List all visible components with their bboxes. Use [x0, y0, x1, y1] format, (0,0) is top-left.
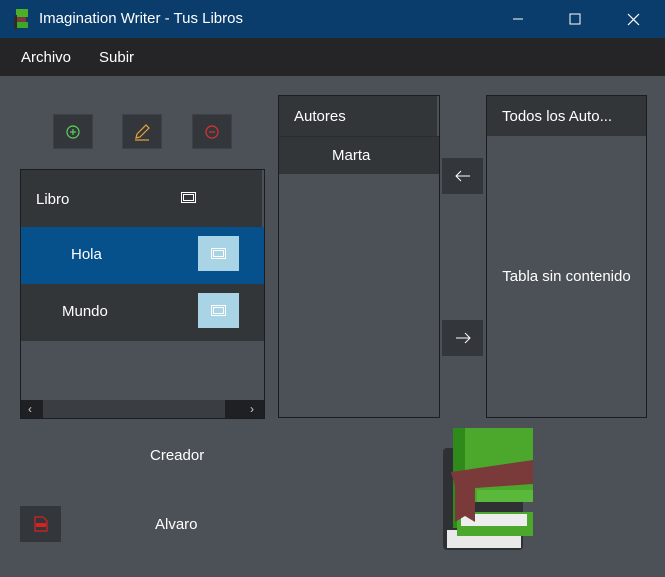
menu-bar: Archivo Subir — [0, 38, 665, 76]
author-row-marta[interactable]: Marta — [279, 136, 439, 174]
authors-header: Autores — [279, 96, 437, 136]
books-logo-icon — [443, 428, 533, 550]
minimize-button[interactable] — [489, 0, 547, 38]
title-bar: Imagination Writer - Tus Libros — [0, 0, 665, 38]
minimize-icon — [513, 18, 523, 20]
scrollbar-track[interactable] — [43, 400, 225, 418]
arrow-left-icon — [454, 170, 470, 182]
author-row-label: Marta — [332, 147, 371, 164]
pencil-icon — [135, 123, 150, 141]
scroll-right-icon[interactable]: › — [250, 402, 254, 416]
book-row-hola[interactable]: Hola — [21, 227, 264, 284]
window-icon — [211, 305, 226, 316]
books-header: Libro — [21, 170, 262, 227]
plus-circle-icon — [66, 124, 80, 139]
all-authors-list: Todos los Auto... Tabla sin contenido — [486, 95, 647, 418]
open-book-button[interactable] — [198, 236, 239, 271]
all-authors-header: Todos los Auto... — [487, 96, 646, 136]
books-list: Libro Hola Mundo ‹ › — [20, 169, 265, 419]
authors-list: Autores Marta — [278, 95, 440, 418]
open-book-button[interactable] — [198, 293, 239, 328]
remove-book-button[interactable] — [192, 114, 232, 149]
app-book-icon — [14, 9, 28, 29]
book-row-mundo[interactable]: Mundo — [21, 284, 264, 341]
edit-book-button[interactable] — [122, 114, 162, 149]
export-pdf-button[interactable] — [20, 506, 61, 542]
book-row-label: Hola — [71, 246, 102, 263]
horizontal-scrollbar[interactable]: ‹ › — [21, 400, 264, 418]
empty-table-message: Tabla sin contenido — [502, 268, 631, 285]
menu-archivo[interactable]: Archivo — [21, 49, 71, 66]
book-row-label: Mundo — [62, 303, 108, 320]
close-button[interactable] — [604, 0, 662, 38]
window-icon — [181, 192, 196, 203]
scroll-left-icon[interactable]: ‹ — [28, 402, 32, 416]
creator-value: Alvaro — [155, 516, 198, 533]
pdf-icon — [33, 516, 48, 532]
move-right-button[interactable] — [442, 320, 483, 356]
maximize-button[interactable] — [546, 0, 604, 38]
move-left-button[interactable] — [442, 158, 483, 194]
menu-subir[interactable]: Subir — [99, 49, 134, 66]
window-icon — [211, 248, 226, 259]
add-book-button[interactable] — [53, 114, 93, 149]
window-title: Imagination Writer - Tus Libros — [39, 10, 243, 27]
minus-circle-icon — [205, 124, 219, 139]
creator-label: Creador — [150, 447, 205, 464]
close-icon — [627, 13, 639, 25]
books-header-label: Libro — [36, 191, 70, 208]
maximize-icon — [569, 13, 581, 25]
authors-header-label: Autores — [294, 108, 346, 125]
all-authors-header-label: Todos los Auto... — [502, 108, 613, 125]
arrow-right-icon — [455, 332, 471, 344]
